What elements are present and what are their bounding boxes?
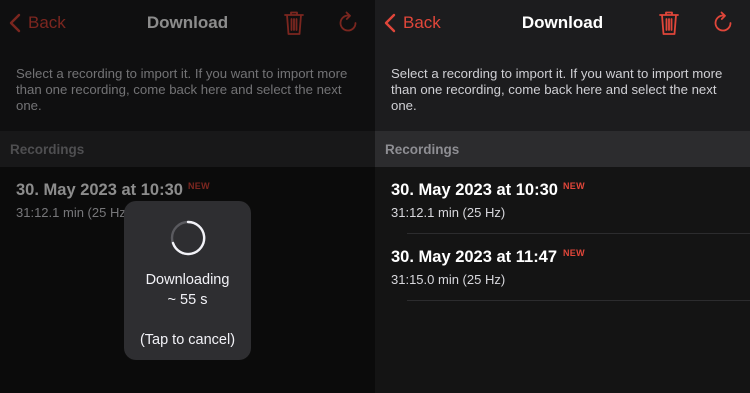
- instructions-text: Select a recording to import it. If you …: [16, 66, 348, 113]
- recording-row[interactable]: 30. May 2023 at 10:30 NEW 31:12.1 min (2…: [391, 167, 750, 234]
- instructions-area: Select a recording to import it. If you …: [375, 46, 750, 131]
- recording-title: 30. May 2023 at 11:47: [391, 248, 558, 266]
- time-remaining: ~ 55 s: [167, 292, 208, 308]
- instructions-text: Select a recording to import it. If you …: [391, 66, 723, 113]
- downloading-label: Downloading: [145, 272, 230, 288]
- section-header: Recordings: [375, 131, 750, 167]
- navigation-bar: Back Download: [0, 0, 375, 46]
- section-label: Recordings: [385, 142, 460, 157]
- new-badge: NEW: [563, 248, 585, 258]
- new-badge: NEW: [563, 181, 585, 191]
- recordings-list: 30. May 2023 at 10:30 NEW 31:12.1 min (2…: [375, 167, 750, 393]
- section-label: Recordings: [10, 142, 85, 157]
- row-divider: [407, 300, 750, 301]
- section-header: Recordings: [0, 131, 375, 167]
- recording-duration: 31:12.1 min (25 Hz): [16, 205, 131, 220]
- left-screen: Back Download Select a recording to impo…: [0, 0, 375, 393]
- trash-icon[interactable]: [283, 10, 305, 36]
- page-title: Download: [521, 13, 604, 32]
- recording-title: 30. May 2023 at 10:30: [16, 181, 183, 199]
- trash-icon[interactable]: [658, 10, 680, 36]
- spinner-icon: [170, 220, 206, 256]
- instructions-area: Select a recording to import it. If you …: [0, 46, 375, 131]
- refresh-icon[interactable]: [336, 11, 360, 35]
- recording-duration: 31:15.0 min (25 Hz): [391, 272, 506, 287]
- right-screen: Back Download Select a recording to impo…: [375, 0, 750, 393]
- refresh-icon[interactable]: [711, 11, 735, 35]
- recording-duration: 31:12.1 min (25 Hz): [391, 205, 506, 220]
- new-badge: NEW: [188, 181, 210, 191]
- navigation-bar: Back Download: [375, 0, 750, 46]
- download-progress-hud[interactable]: Downloading ~ 55 s (Tap to cancel): [124, 201, 251, 360]
- page-title: Download: [146, 13, 229, 32]
- cancel-hint[interactable]: (Tap to cancel): [124, 332, 251, 348]
- recording-row[interactable]: 30. May 2023 at 11:47 NEW 31:15.0 min (2…: [391, 234, 750, 301]
- recording-title: 30. May 2023 at 10:30: [391, 181, 558, 199]
